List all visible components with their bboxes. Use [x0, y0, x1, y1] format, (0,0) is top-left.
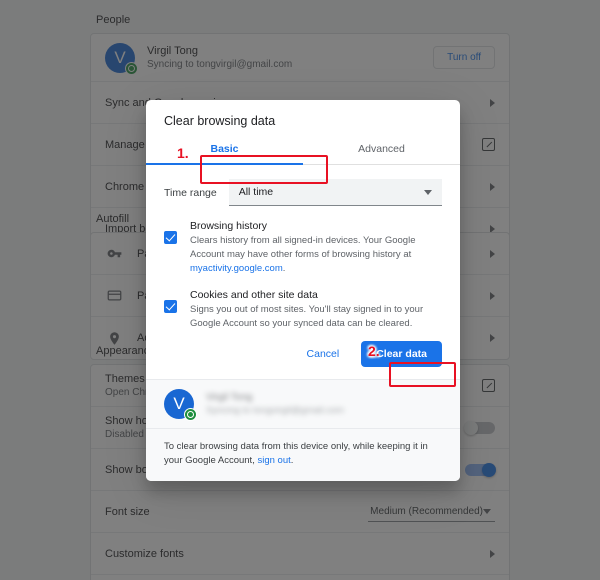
checkbox-item-cookies[interactable]: Cookies and other site data Signs you ou… [164, 289, 442, 331]
sign-out-link[interactable]: sign out [257, 455, 290, 466]
time-range-row: Time range All time [164, 179, 442, 206]
dialog-body: Time range All time Browsing history Cle… [146, 165, 460, 341]
dialog-title: Clear browsing data [164, 114, 276, 128]
footer-note-tail: . [290, 455, 294, 467]
time-range-value: All time [238, 186, 274, 198]
dialog-footer-account: V Virgil Tong Syncing to tongvirgil@gmai… [146, 378, 460, 428]
clear-browsing-data-dialog: Clear browsing data Basic Advanced Time … [146, 100, 460, 481]
cancel-button[interactable]: Cancel [294, 341, 352, 366]
annotation-number-1: 1. [177, 145, 189, 161]
item-title: Browsing history [190, 220, 268, 232]
item-desc-text: Clears history from all signed-in device… [190, 235, 416, 260]
footer-avatar-letter: V [173, 393, 185, 413]
time-range-label: Time range [164, 186, 217, 199]
item-description: Clears history from all signed-in device… [190, 234, 442, 275]
footer-account-name: Virgil Tong [206, 391, 253, 403]
myactivity-link[interactable]: myactivity.google.com [190, 263, 283, 274]
dialog-tabs: Basic Advanced [146, 138, 460, 165]
screen-root: People V Virgil Tong Syncing to tongvirg… [0, 0, 600, 580]
active-tab-underline [146, 163, 303, 165]
checkbox-browsing-history[interactable] [164, 231, 177, 244]
sync-badge-icon [184, 407, 197, 421]
checkbox-cookies[interactable] [164, 300, 177, 314]
time-range-select[interactable]: All time [228, 179, 442, 206]
footer-account-email: Syncing to tongvirgil@gmail.com [206, 404, 344, 416]
dialog-actions: Cancel Clear data [146, 340, 460, 379]
footer-avatar: V [164, 388, 197, 421]
tab-basic[interactable]: Basic [146, 138, 303, 164]
item-description: Signs you out of most sites. You'll stay… [190, 304, 424, 330]
footer-note-text: To clear browsing data from this device … [164, 440, 428, 467]
annotation-number-2: 2. [368, 343, 380, 359]
chevron-down-icon [424, 189, 432, 195]
item-title: Cookies and other site data [190, 289, 318, 302]
item-desc-tail: . [282, 262, 286, 274]
checkbox-item-browsing-history[interactable]: Browsing history Clears history from all… [164, 220, 442, 275]
dialog-footer-note: To clear browsing data from this device … [146, 427, 460, 481]
tab-advanced[interactable]: Advanced [303, 138, 460, 164]
